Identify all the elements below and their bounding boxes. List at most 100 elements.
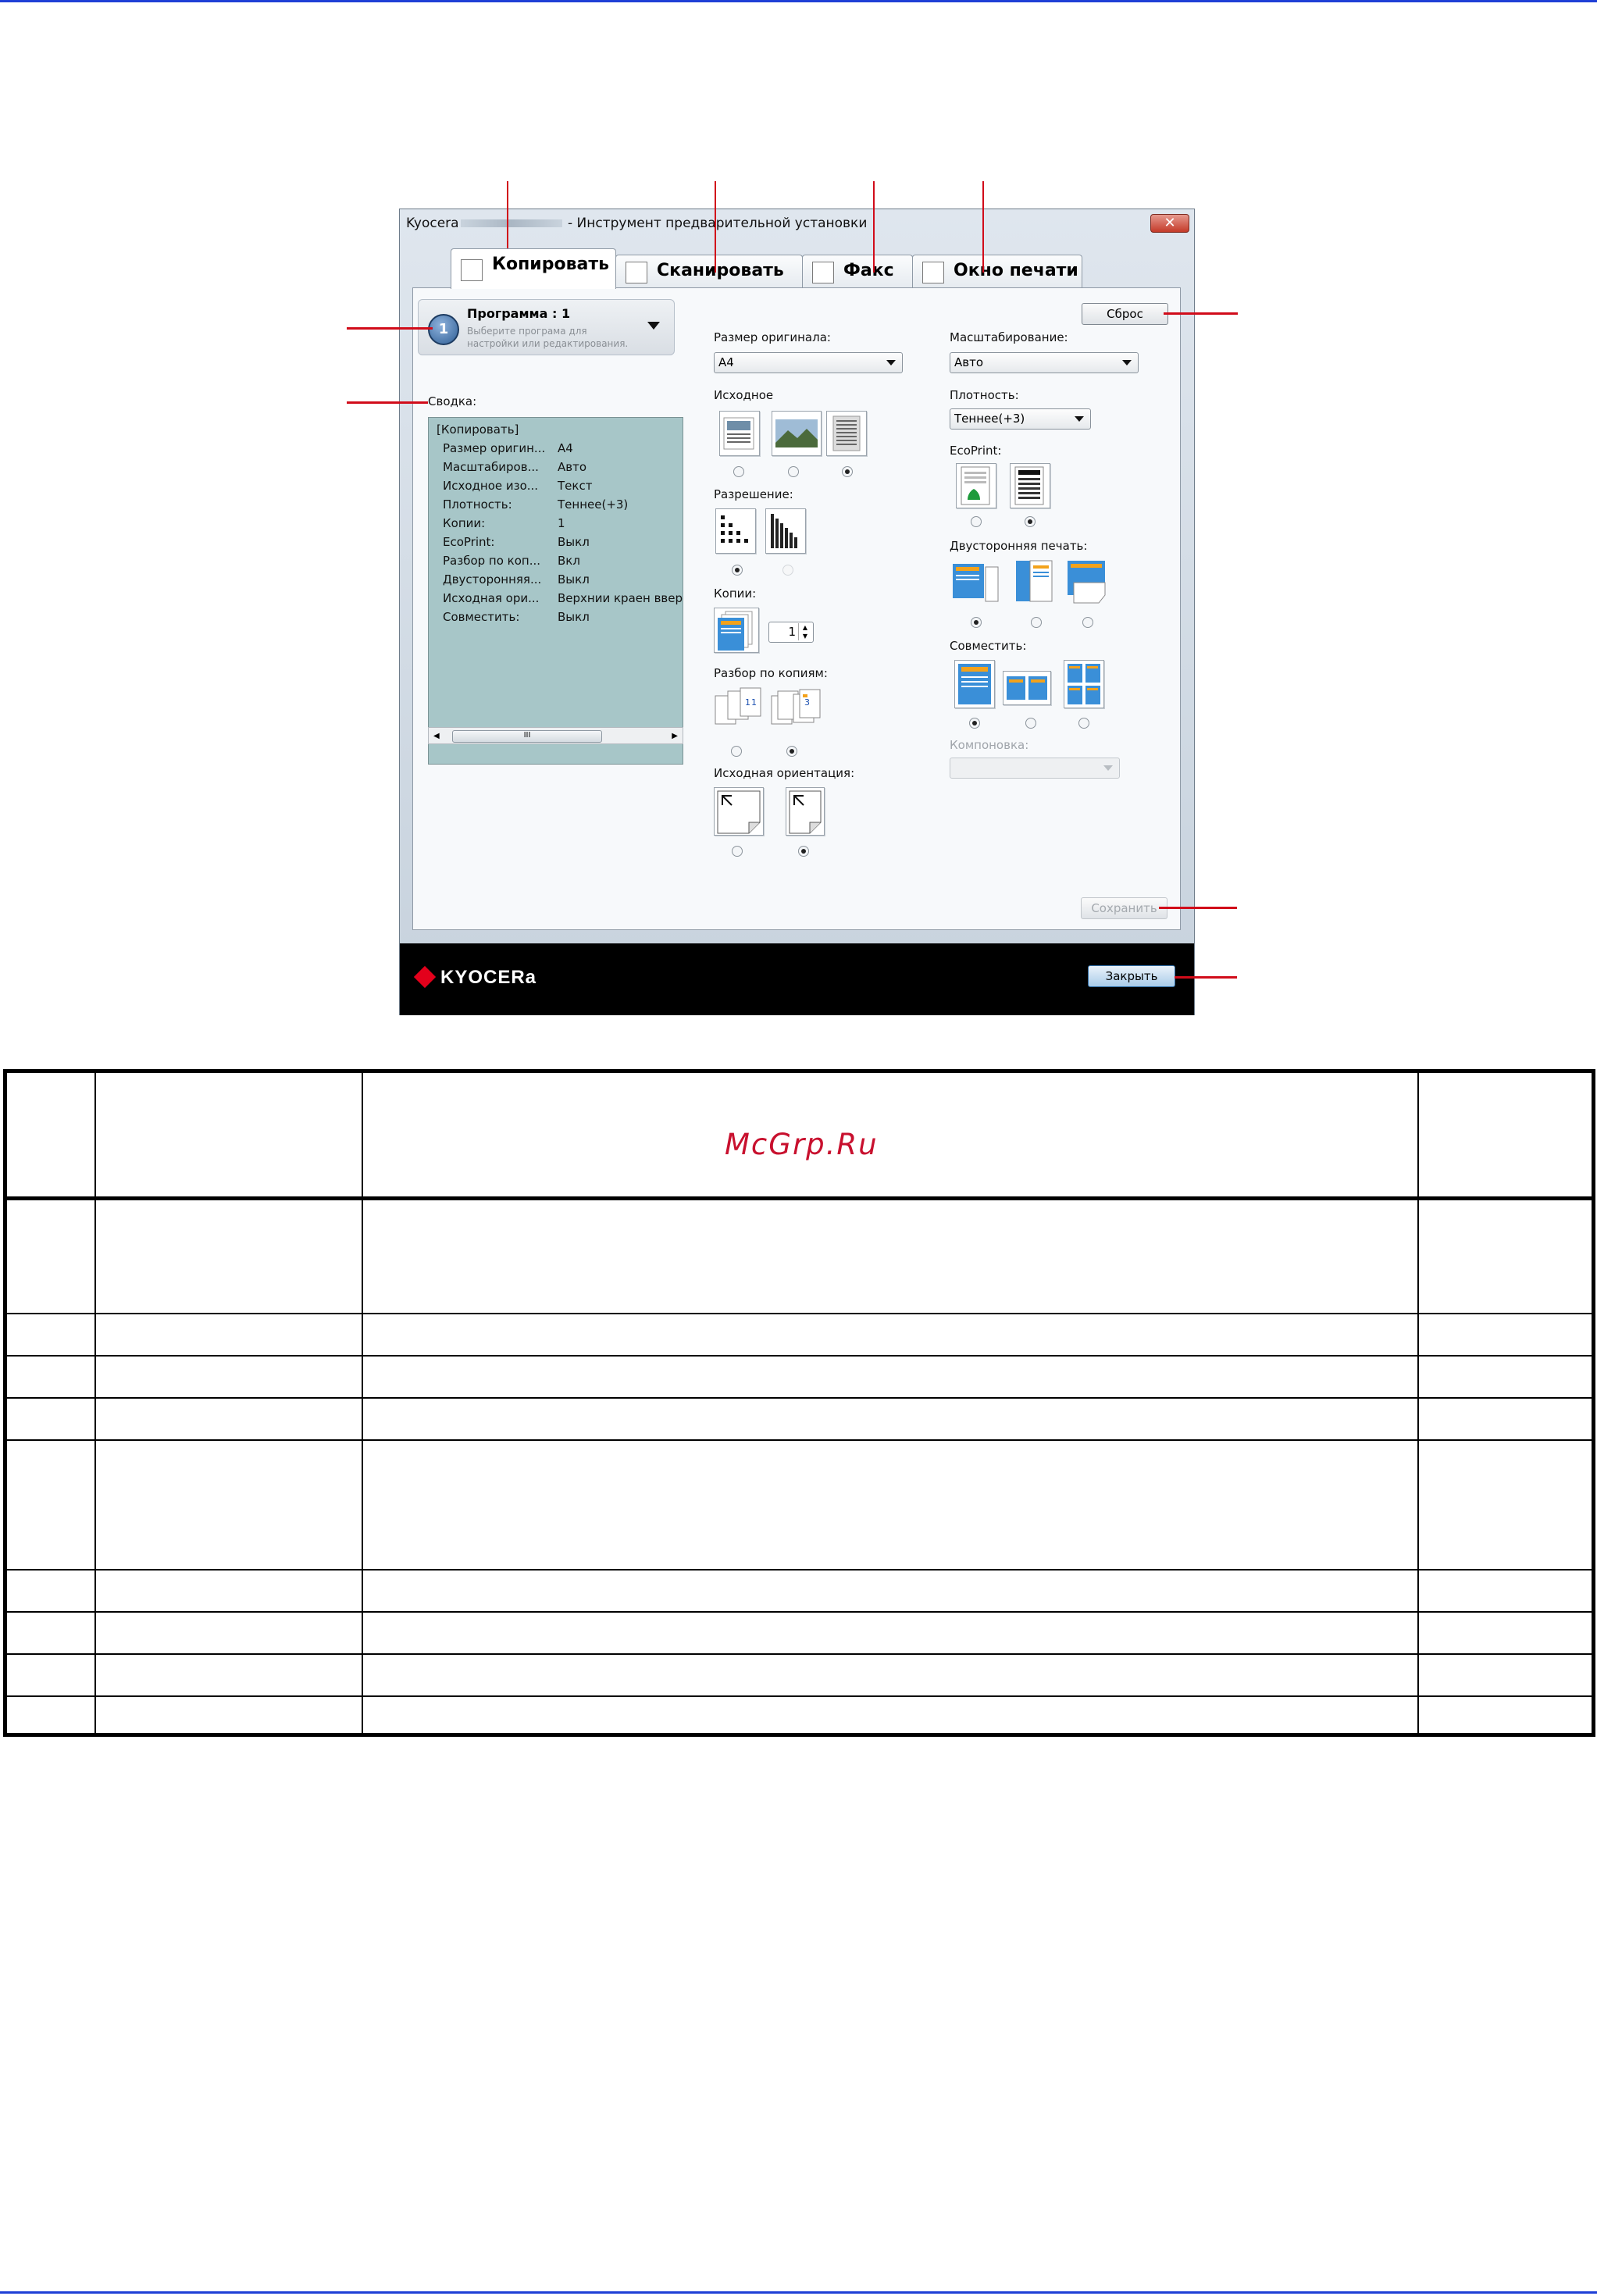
svg-text:1: 1	[745, 697, 750, 708]
summary-row-value: Теннее(+3)	[558, 497, 629, 512]
text-original-icon[interactable]	[826, 411, 867, 456]
chevron-down-icon	[647, 322, 660, 330]
ecoprint-radio[interactable]	[1025, 516, 1036, 527]
high-resolution-icon[interactable]	[765, 508, 806, 554]
program-number-icon: 1	[428, 314, 459, 345]
combine-radio[interactable]	[1078, 718, 1089, 729]
summary-row-name: Совместить:	[443, 610, 520, 624]
ecoprint-off-icon[interactable]	[1010, 463, 1050, 508]
no-collate-icon[interactable]: 11	[714, 686, 765, 732]
collate-radio[interactable]	[786, 746, 797, 757]
copy-tab-icon	[461, 259, 483, 281]
photo-original-icon[interactable]	[772, 411, 822, 456]
summary-row-value: Выкл	[558, 535, 590, 549]
summary-row-value: Авто	[558, 460, 587, 474]
top-page-rule	[0, 0, 1597, 2]
scroll-thumb[interactable]: III	[452, 730, 602, 743]
table-row-divider	[7, 1653, 1592, 1655]
chevron-down-icon	[1122, 360, 1132, 365]
summary-row-value: Выкл	[558, 610, 590, 624]
combine-radio[interactable]	[969, 718, 980, 729]
summary-list: [Копировать] Размер оригин... A4 Масштаб…	[428, 417, 683, 765]
print-box-tab-icon	[922, 262, 944, 283]
kyocera-logo-mark	[413, 965, 437, 989]
combine-label: Совместить:	[950, 639, 1027, 653]
copies-stepper[interactable]: 1 ▲ ▼	[768, 622, 814, 643]
summary-label: Сводка:	[428, 394, 477, 408]
duplex-radio[interactable]	[1082, 617, 1093, 628]
summary-row-value: A4	[558, 441, 573, 455]
window-close-button[interactable]: ✕	[1150, 214, 1189, 233]
duplex-1to2-icon[interactable]	[1014, 559, 1058, 606]
tab-fax[interactable]: Факс	[802, 255, 913, 287]
combine-off-icon[interactable]	[954, 660, 995, 708]
chevron-down-icon	[1075, 416, 1084, 422]
save-button[interactable]: Сохранить	[1081, 897, 1167, 919]
ecoprint-on-icon[interactable]	[956, 463, 996, 508]
resolution-label: Разрешение:	[714, 487, 793, 501]
layout-dropdown[interactable]	[950, 758, 1120, 779]
program-selector[interactable]: 1 Программа : 1 Выберите програма для на…	[418, 299, 675, 355]
original-orientation-label: Исходная ориентация:	[714, 766, 855, 780]
orientation-radio[interactable]	[798, 846, 809, 857]
table-header-divider	[7, 1196, 1592, 1200]
kyocera-logo: KYOCERa	[413, 965, 536, 989]
resolution-radio[interactable]	[782, 565, 793, 576]
stepper-arrows-icon[interactable]: ▲ ▼	[798, 623, 811, 640]
close-button[interactable]: Закрыть	[1088, 965, 1175, 987]
callout-print-box-tab	[982, 181, 984, 273]
preset-tool-window: Kyocera - Инструмент предварительной уст…	[399, 209, 1195, 1015]
table-col-divider	[94, 1073, 96, 1733]
duplex-radio[interactable]	[971, 617, 982, 628]
reset-button[interactable]: Сброс	[1082, 303, 1168, 325]
summary-row-name: Исходная ори...	[443, 591, 540, 605]
duplex-radio[interactable]	[1031, 617, 1042, 628]
table-row-divider	[7, 1397, 1592, 1399]
duplex-2to2-icon[interactable]	[1066, 559, 1110, 606]
summary-row-name: Разбор по коп...	[443, 554, 541, 568]
copies-icon	[714, 608, 759, 653]
chevron-down-icon	[886, 360, 896, 365]
ecoprint-radio[interactable]	[971, 516, 982, 527]
top-edge-left-icon[interactable]	[786, 787, 825, 836]
duplex-label: Двусторонняя печать:	[950, 539, 1088, 553]
collate-radio[interactable]	[731, 746, 742, 757]
top-edge-up-icon[interactable]	[714, 787, 764, 836]
scroll-right-icon[interactable]: ▶	[672, 732, 678, 740]
low-resolution-icon[interactable]	[715, 508, 756, 554]
table-row-divider	[7, 1569, 1592, 1570]
bottom-page-rule	[0, 2291, 1597, 2294]
callout-close	[1175, 976, 1237, 979]
table-row-divider	[7, 1611, 1592, 1613]
summary-row-value: Текст	[558, 479, 593, 493]
original-image-radio[interactable]	[842, 466, 853, 477]
density-label: Плотность:	[950, 388, 1019, 402]
text-photo-original-icon[interactable]	[719, 411, 760, 456]
combine-4in1-icon[interactable]	[1064, 660, 1104, 708]
ecoprint-label: EcoPrint:	[950, 444, 1002, 458]
callout-program	[347, 327, 433, 330]
density-dropdown[interactable]: Теннее(+3)	[950, 408, 1091, 430]
original-size-dropdown[interactable]: A4	[714, 352, 903, 373]
tab-print-box[interactable]: Окно печати	[912, 255, 1082, 287]
summary-horizontal-scrollbar[interactable]: ◀ III ▶	[428, 727, 683, 744]
tab-copy[interactable]: Копировать	[451, 248, 616, 289]
duplex-1to1-icon[interactable]	[951, 559, 1001, 606]
svg-text:3: 3	[804, 697, 810, 708]
combine-radio[interactable]	[1025, 718, 1036, 729]
resolution-radio[interactable]	[732, 565, 743, 576]
scroll-left-icon[interactable]: ◀	[433, 732, 440, 740]
table-row-divider	[7, 1439, 1592, 1441]
original-image-radio[interactable]	[733, 466, 744, 477]
original-image-radio[interactable]	[788, 466, 799, 477]
scaling-dropdown[interactable]: Авто	[950, 352, 1139, 373]
fax-tab-icon	[812, 262, 834, 283]
combine-2in1-icon[interactable]	[1003, 671, 1051, 705]
collate-icon[interactable]: 3	[770, 686, 822, 732]
svg-text:1: 1	[751, 697, 757, 708]
tab-scan[interactable]: Сканировать	[615, 255, 803, 287]
callout-summary	[347, 401, 428, 404]
table-row-divider	[7, 1313, 1592, 1314]
orientation-radio[interactable]	[732, 846, 743, 857]
collate-label: Разбор по копиям:	[714, 666, 828, 680]
